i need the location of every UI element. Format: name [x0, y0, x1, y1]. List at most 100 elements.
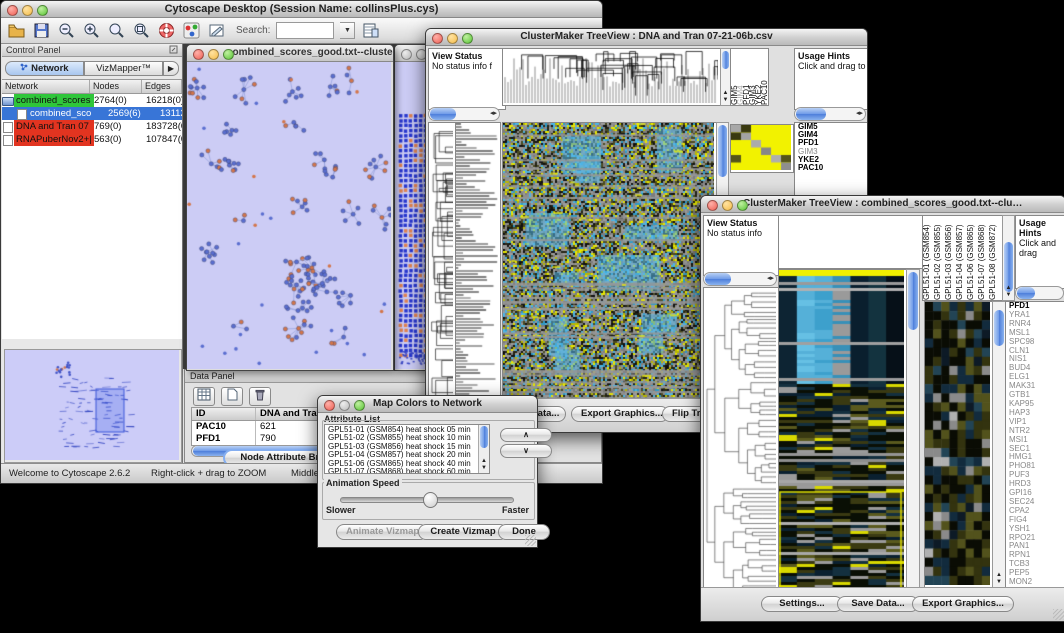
heatmap-main-panel[interactable]	[502, 122, 717, 405]
col-nodes[interactable]: Nodes	[90, 80, 142, 93]
resize-grip[interactable]	[1053, 609, 1064, 620]
open-folder-icon[interactable]	[7, 21, 26, 40]
detail-heatmap-canvas[interactable]	[731, 125, 791, 170]
export-graphics-button[interactable]: Export Graphics...	[571, 406, 669, 422]
gene-label[interactable]: PAC10	[798, 164, 867, 172]
usage-hints-scrollbar[interactable]	[1015, 286, 1064, 300]
float-panel-icon[interactable]	[169, 45, 178, 54]
close-button[interactable]	[707, 200, 718, 211]
detail-heatmap-canvas[interactable]	[925, 302, 990, 585]
heatmap-vscrollbar[interactable]: ▲▼	[906, 269, 920, 605]
network-overview-panel[interactable]	[4, 349, 182, 463]
create-vizmap-button[interactable]: Create Vizmap	[418, 524, 508, 540]
detail-heatmap-panel[interactable]	[730, 124, 794, 173]
attribute-list-item[interactable]: GPL51-07 (GSM868) heat shock 60 min	[328, 468, 489, 474]
network-table-row[interactable]: DNA and Tran 07769(0)183728(0)	[2, 120, 182, 133]
window-controls[interactable]	[707, 200, 748, 211]
zoom-button[interactable]	[354, 400, 365, 411]
zoom-selected-icon[interactable]	[132, 21, 151, 40]
done-button[interactable]: Done	[498, 524, 550, 540]
close-button[interactable]	[432, 33, 443, 44]
window-controls[interactable]	[7, 5, 48, 16]
zoom-fit-icon[interactable]	[107, 21, 126, 40]
column-tree-panel[interactable]	[778, 215, 923, 269]
vizmap-nodes-icon[interactable]	[182, 21, 201, 40]
column-dendrogram-canvas[interactable]	[503, 49, 718, 103]
row-labels-strip[interactable]	[455, 122, 501, 405]
annotation-icon[interactable]	[207, 21, 226, 40]
zoom-button[interactable]	[223, 49, 234, 60]
delete-attribute-icon[interactable]	[249, 387, 271, 406]
network-window-1-titlebar[interactable]: combined_scores_good.txt--cluste...	[187, 45, 393, 62]
column-labels-scrollbar[interactable]: ▲▼	[1002, 215, 1015, 301]
dialog-titlebar[interactable]: Map Colors to Network	[318, 396, 537, 413]
detail-vscrollbar[interactable]: ▲▼	[992, 301, 1006, 588]
close-button[interactable]	[193, 49, 204, 60]
tab-overflow-arrow[interactable]: ▶	[163, 61, 179, 76]
detail-heatmap-panel[interactable]	[924, 301, 993, 588]
col-id[interactable]: ID	[192, 408, 256, 420]
animate-vizmap-button[interactable]: Animate Vizmap	[336, 524, 428, 540]
network-view-1-canvas[interactable]	[187, 62, 391, 369]
column-dendrogram-panel[interactable]	[502, 48, 721, 106]
window-controls[interactable]	[324, 400, 365, 411]
minimize-button[interactable]	[22, 5, 33, 16]
data-panel-toolbar	[193, 387, 271, 406]
row-dendrogram-panel[interactable]	[428, 122, 456, 405]
close-button[interactable]	[7, 5, 18, 16]
move-up-button[interactable]: ∧	[500, 428, 552, 442]
view-status-scrollbar[interactable]: ◂▸	[428, 107, 500, 121]
minimize-button[interactable]	[208, 49, 219, 60]
settings-button[interactable]: Settings...	[761, 596, 843, 612]
minimize-button[interactable]	[339, 400, 350, 411]
network-table-row[interactable]: combined_scores2764(0)16218(0)	[2, 94, 182, 107]
network-overview-canvas[interactable]	[5, 350, 179, 460]
minimize-button[interactable]	[722, 200, 733, 211]
attribute-browser-icon[interactable]	[361, 21, 380, 40]
select-attributes-icon[interactable]	[193, 387, 215, 406]
help-lifebuoy-icon[interactable]	[157, 21, 176, 40]
tab-vizmapper[interactable]: VizMapper™	[84, 61, 163, 76]
save-data-button[interactable]: Save Data...	[837, 596, 919, 612]
new-attribute-icon[interactable]	[221, 387, 243, 406]
zoom-button[interactable]	[737, 200, 748, 211]
tab-network[interactable]: Network	[5, 61, 84, 76]
gene-label[interactable]: MON2	[1009, 578, 1064, 587]
save-icon[interactable]	[32, 21, 51, 40]
move-down-button[interactable]: ∨	[500, 444, 552, 458]
zoom-button[interactable]	[37, 5, 48, 16]
close-button[interactable]	[324, 400, 335, 411]
col-edges[interactable]: Edges	[142, 80, 182, 93]
zoom-in-icon[interactable]	[82, 21, 101, 40]
minimize-button[interactable]	[447, 33, 458, 44]
resize-grip[interactable]	[525, 535, 536, 546]
row-labels-canvas	[456, 123, 498, 402]
main-title-bar[interactable]: Cytoscape Desktop (Session Name: collins…	[1, 1, 602, 18]
attribute-list[interactable]: GPL51-01 (GSM854) heat shock 05 minGPL51…	[324, 424, 490, 474]
network-table-row[interactable]: RNAPuberNov2+|563(0)107847(0)	[2, 133, 182, 146]
treeview1-titlebar[interactable]: ClusterMaker TreeView : DNA and Tran 07-…	[426, 29, 867, 46]
zoom-out-icon[interactable]	[57, 21, 76, 40]
search-dropdown-arrow[interactable]: ▼	[340, 22, 355, 39]
attribute-list-scrollbar[interactable]: ▲▼	[478, 425, 489, 473]
view-status-scrollbar[interactable]: ◂▸	[703, 272, 777, 286]
treeview2-title: ClusterMaker TreeView : combined_scores_…	[701, 196, 1064, 212]
heatmap-main-canvas[interactable]	[503, 123, 714, 402]
col-network[interactable]: Network	[2, 80, 90, 93]
export-graphics-button[interactable]: Export Graphics...	[912, 596, 1014, 612]
heatmap-main-canvas[interactable]	[779, 270, 904, 602]
control-panel-header: Control Panel	[2, 44, 182, 57]
usage-hints-scrollbar[interactable]: ◂▸	[794, 107, 866, 121]
window-controls[interactable]	[432, 33, 473, 44]
treeview2-titlebar[interactable]: ClusterMaker TreeView : combined_scores_…	[701, 196, 1064, 213]
window-controls[interactable]	[193, 49, 234, 60]
gene-dendrogram-canvas[interactable]	[704, 288, 776, 602]
animation-speed-slider[interactable]	[340, 497, 514, 503]
heatmap-main-panel[interactable]	[778, 269, 907, 605]
zoom-button[interactable]	[462, 33, 473, 44]
row-dendrogram-canvas[interactable]	[429, 123, 453, 402]
network-table-row[interactable]: combined_sco2569(6)13112(15)	[2, 107, 182, 120]
search-input[interactable]	[276, 22, 334, 39]
slider-thumb[interactable]	[423, 492, 438, 508]
gene-dendrogram-panel[interactable]	[703, 287, 779, 605]
